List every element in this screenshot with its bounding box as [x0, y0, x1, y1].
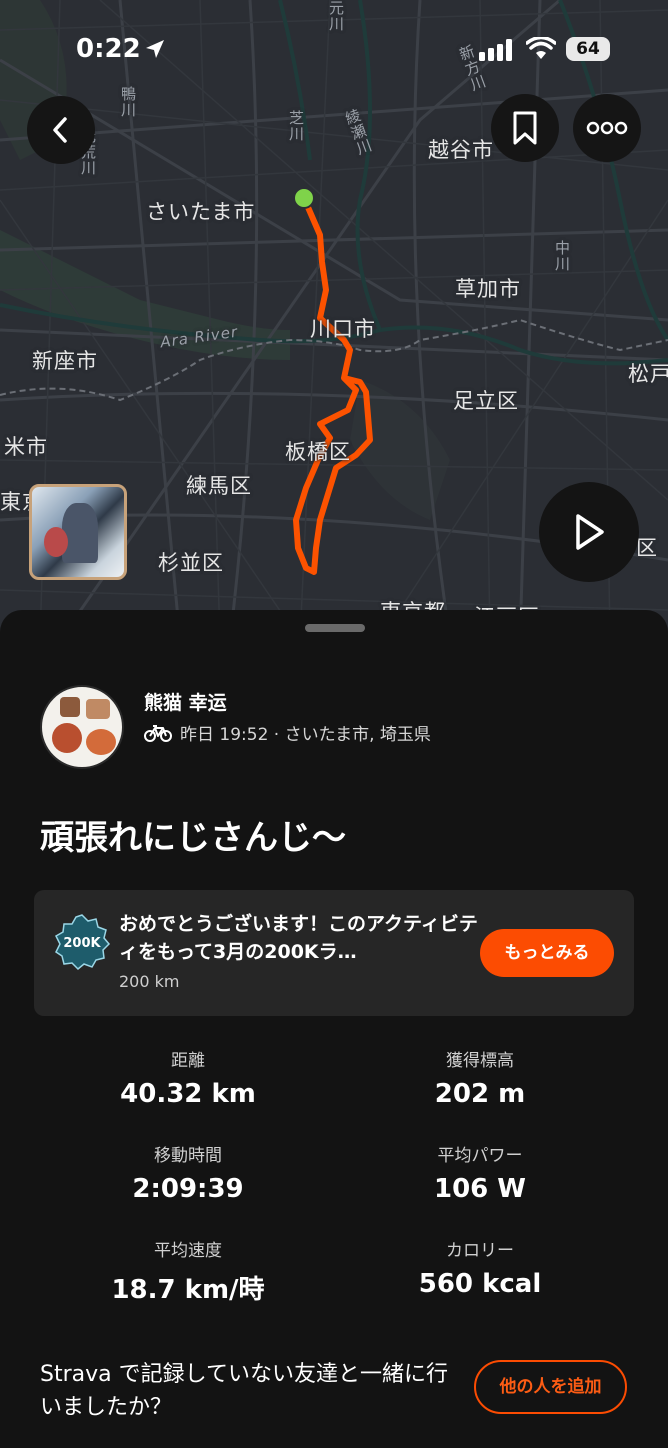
stat-value: 106 W: [433, 1174, 526, 1204]
achievement-card[interactable]: 200K おめでとうございます！このアクティビティをもって3月の200Kラ… 2…: [34, 890, 634, 1016]
add-others-button[interactable]: 他の人を追加: [474, 1360, 627, 1414]
more-options-button[interactable]: [573, 94, 641, 162]
river-label: 中川: [553, 240, 571, 272]
back-button[interactable]: [27, 96, 95, 164]
river-label: 芝川: [287, 110, 305, 142]
activity-photo-thumbnail[interactable]: [29, 484, 127, 580]
activity-meta: 昨日 19:52 · さいたま市, 埼玉県: [144, 720, 431, 745]
stat-value: 2:09:39: [132, 1174, 244, 1204]
stat-elevation-gain: 獲得標高 202 m: [330, 1046, 630, 1109]
map-label: さいたま市: [146, 200, 256, 224]
stat-label: 平均速度: [154, 1241, 222, 1261]
stat-value: 18.7 km/時: [111, 1275, 265, 1305]
map-label: 足立区: [453, 389, 519, 413]
stat-label: 距離: [171, 1051, 205, 1071]
activity-meta-text: 昨日 19:52 · さいたま市, 埼玉県: [180, 725, 431, 745]
play-icon: [576, 514, 604, 550]
battery-indicator: 64: [566, 37, 610, 61]
start-marker: [293, 187, 315, 209]
badge-text: 200K: [63, 936, 101, 951]
stat-label: 獲得標高: [446, 1051, 514, 1071]
wifi-icon: [526, 37, 556, 59]
stat-value: 560 kcal: [418, 1269, 542, 1299]
stat-moving-time: 移動時間 2:09:39: [38, 1141, 338, 1204]
stat-calories: カロリー 560 kcal: [330, 1236, 630, 1299]
achievement-text: おめでとうございます！このアクティビティをもって3月の200Kラ…: [119, 913, 478, 963]
map-label: 米市: [4, 435, 48, 459]
status-bar: 0:22 64: [0, 0, 668, 100]
stat-label: カロリー: [446, 1241, 514, 1261]
status-time: 0:22: [76, 34, 141, 64]
user-name[interactable]: 熊猫 幸运: [144, 688, 227, 715]
challenge-badge-icon: 200K: [55, 914, 111, 971]
map-label: 川口市: [310, 317, 376, 341]
more-dots-icon: [586, 121, 628, 135]
stat-distance: 距離 40.32 km: [38, 1046, 338, 1109]
cellular-signal-icon: [479, 39, 512, 61]
location-arrow-icon: [146, 40, 164, 58]
add-friends-prompt: Strava で記録していない友達と一緒に行いましたか？: [40, 1362, 448, 1420]
stat-avg-power: 平均パワー 106 W: [330, 1141, 630, 1204]
activity-title: 頑張れにじさんじ〜: [40, 818, 346, 858]
map-label: 草加市: [455, 277, 521, 301]
sheet-grabber[interactable]: [305, 624, 365, 632]
play-flyover-button[interactable]: [539, 482, 639, 582]
avatar[interactable]: [40, 685, 124, 769]
map-label: 板橋区: [285, 440, 351, 464]
see-more-button[interactable]: もっとみる: [480, 929, 614, 977]
stat-value: 40.32 km: [120, 1079, 256, 1109]
chevron-left-icon: [53, 117, 67, 143]
stat-label: 移動時間: [154, 1146, 222, 1166]
route-map[interactable]: 越谷市 さいたま市 草加市 川口市 新座市 足立区 米市 板橋区 練馬区 東京 …: [0, 0, 668, 640]
map-label: 新座市: [32, 349, 98, 373]
map-label: 区: [636, 536, 658, 560]
map-label: 杉並区: [158, 551, 224, 575]
stat-avg-speed: 平均速度 18.7 km/時: [38, 1236, 338, 1306]
bookmark-icon: [513, 111, 537, 145]
stat-value: 202 m: [434, 1079, 526, 1109]
bookmark-button[interactable]: [491, 94, 559, 162]
map-label: 練馬区: [186, 474, 252, 498]
map-label: 越谷市: [428, 138, 494, 162]
bicycle-icon: [144, 724, 172, 742]
achievement-sub: 200 km: [119, 972, 180, 991]
activity-sheet: 熊猫 幸运 昨日 19:52 · さいたま市, 埼玉県 頑張れにじさんじ〜 20…: [0, 610, 668, 1448]
stat-label: 平均パワー: [437, 1146, 523, 1166]
map-label: 松戸: [628, 362, 668, 386]
